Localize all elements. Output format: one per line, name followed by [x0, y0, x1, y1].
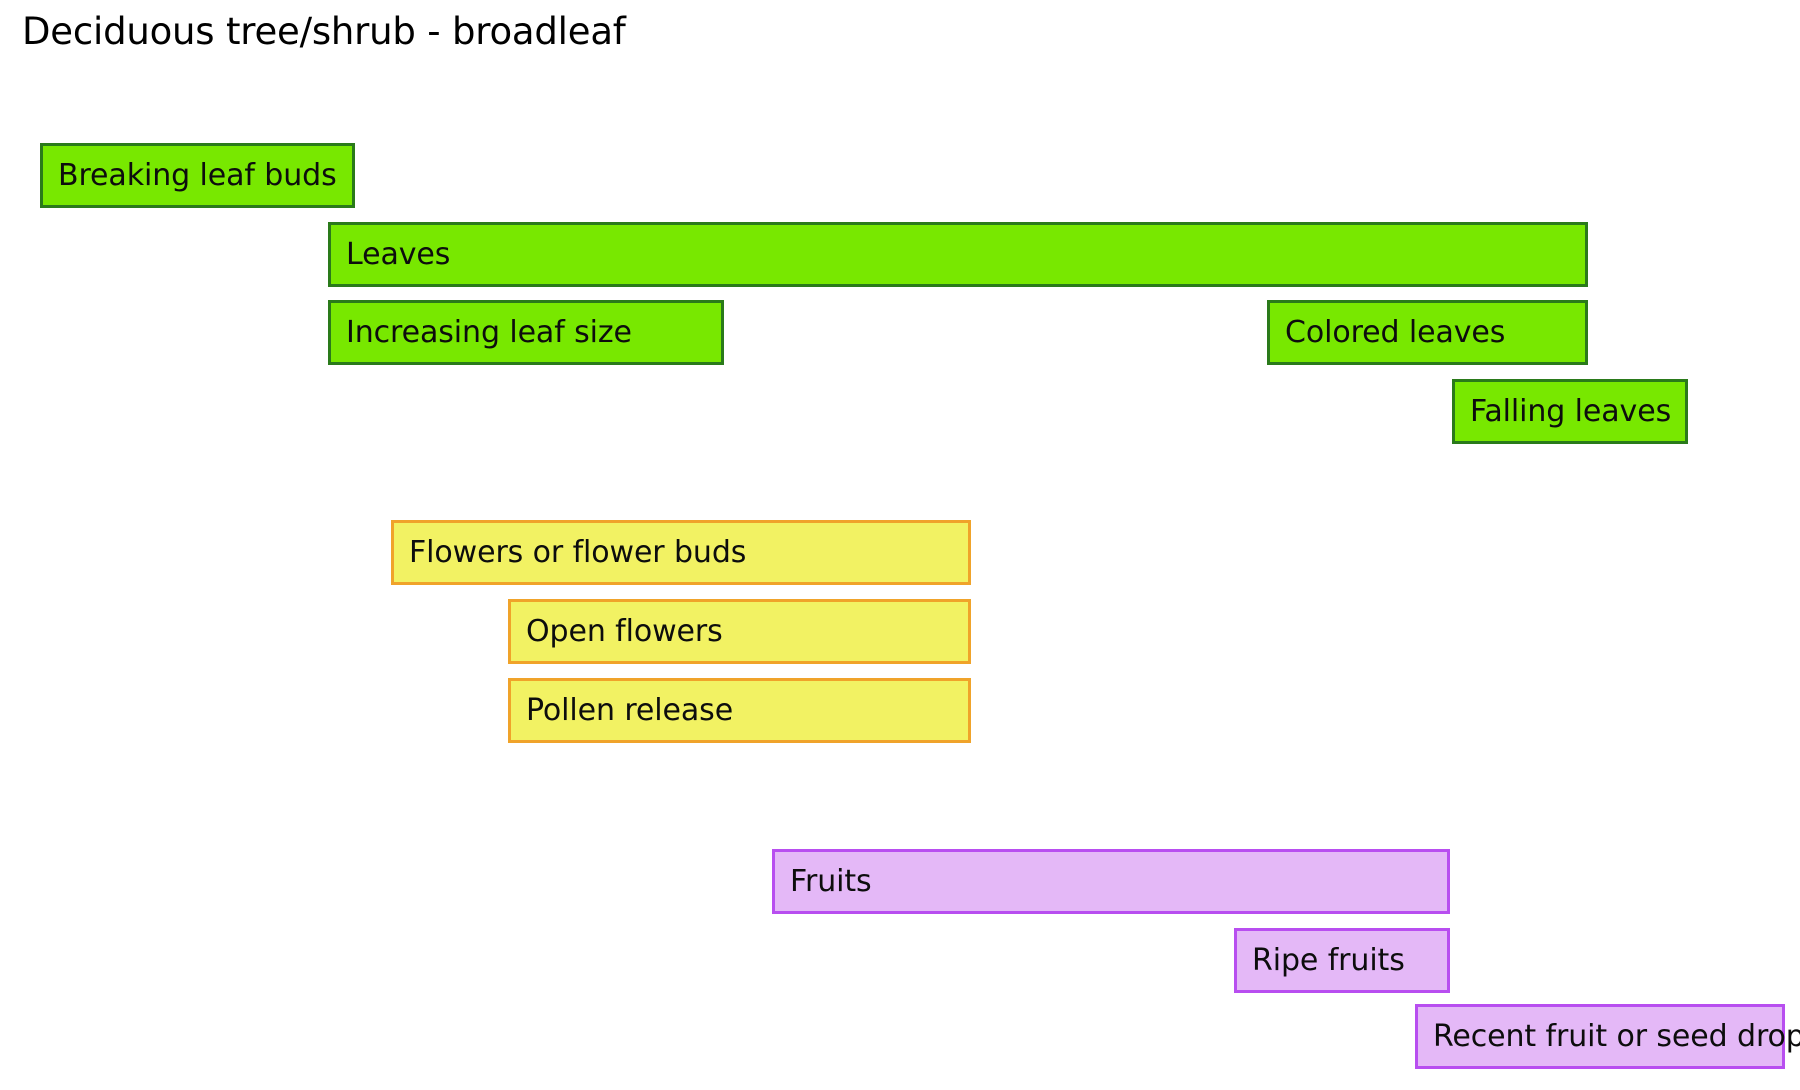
phenophase-bar[interactable]: Ripe fruits — [1234, 928, 1450, 993]
phenophase-bar-label: Breaking leaf buds — [58, 157, 337, 193]
phenophase-bar-label: Increasing leaf size — [346, 314, 632, 350]
phenophase-bar-label: Ripe fruits — [1252, 942, 1405, 978]
phenophase-bar[interactable]: Flowers or flower buds — [391, 520, 971, 585]
phenophase-bar[interactable]: Leaves — [328, 222, 1588, 287]
phenophase-bar-label: Recent fruit or seed drop — [1433, 1018, 1800, 1054]
phenophase-bar[interactable]: Pollen release — [508, 678, 971, 743]
phenophase-bar[interactable]: Fruits — [772, 849, 1450, 914]
phenophase-bar[interactable]: Falling leaves — [1452, 379, 1688, 444]
phenophase-bar[interactable]: Increasing leaf size — [328, 300, 724, 365]
phenophase-bar-label: Open flowers — [526, 613, 723, 649]
phenophase-bar-label: Pollen release — [526, 692, 734, 728]
phenophase-bar[interactable]: Recent fruit or seed drop — [1415, 1004, 1800, 1069]
page-title: Deciduous tree/shrub - broadleaf — [22, 10, 626, 53]
phenophase-bar-label: Fruits — [790, 863, 872, 899]
phenophase-bar[interactable]: Breaking leaf buds — [40, 143, 355, 208]
phenophase-bar[interactable]: Colored leaves — [1267, 300, 1588, 365]
phenophase-chart: Deciduous tree/shrub - broadleaf Breakin… — [0, 0, 1800, 1090]
phenophase-bar-label: Falling leaves — [1470, 393, 1672, 429]
phenophase-bar-label: Colored leaves — [1285, 314, 1506, 350]
phenophase-bar-label: Leaves — [346, 236, 451, 272]
phenophase-bar-label: Flowers or flower buds — [409, 534, 747, 570]
phenophase-bar[interactable]: Open flowers — [508, 599, 971, 664]
